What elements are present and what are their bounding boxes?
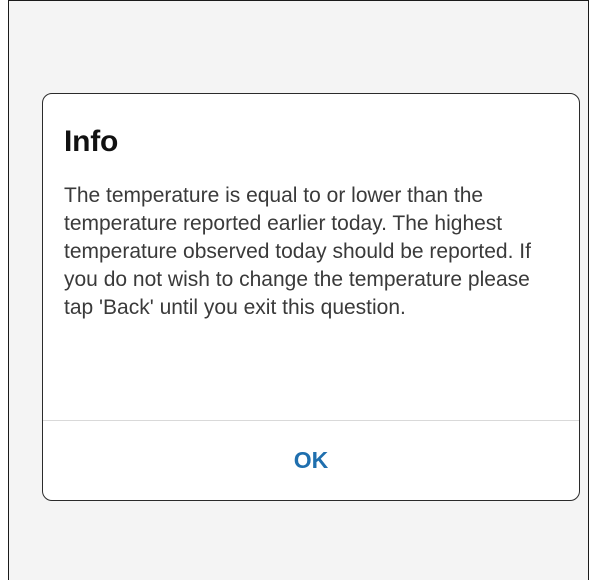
ok-button[interactable]: OK bbox=[43, 421, 579, 500]
dialog-message: The temperature is equal to or lower tha… bbox=[64, 184, 531, 319]
dialog-title: Info bbox=[64, 125, 119, 158]
info-dialog: Info The temperature is equal to or lowe… bbox=[42, 93, 580, 501]
app-screen: Info The temperature is equal to or lowe… bbox=[8, 0, 589, 580]
